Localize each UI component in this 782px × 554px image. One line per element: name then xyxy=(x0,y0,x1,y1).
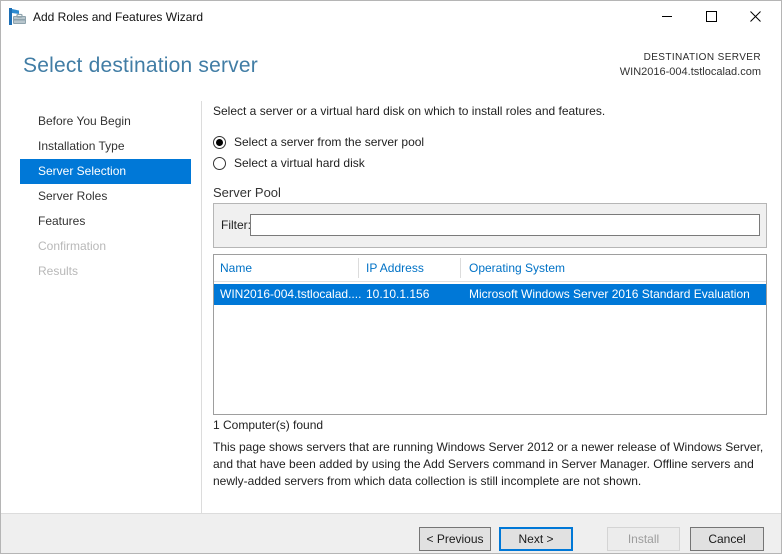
cell-server-name: WIN2016-004.tstlocalad.... xyxy=(220,287,362,301)
column-header-operating-system[interactable]: Operating System xyxy=(469,261,565,275)
server-pool-title: Server Pool xyxy=(213,185,281,200)
column-header-name[interactable]: Name xyxy=(220,261,252,275)
sidebar-item-results: Results xyxy=(38,264,79,278)
filter-label: Filter: xyxy=(221,218,251,232)
titlebar: Add Roles and Features Wizard xyxy=(1,1,781,32)
sidebar-item-confirmation: Confirmation xyxy=(38,239,107,253)
column-separator xyxy=(358,258,359,278)
window-title: Add Roles and Features Wizard xyxy=(33,10,204,24)
filter-input[interactable] xyxy=(250,214,760,236)
sidebar-item-server-selection[interactable]: Server Selection xyxy=(20,159,191,184)
server-pool-table: Name IP Address Operating System WIN2016… xyxy=(213,254,767,415)
window-controls xyxy=(645,1,777,32)
computers-found-count: 1 Computer(s) found xyxy=(213,418,324,432)
sidebar-item-features[interactable]: Features xyxy=(20,209,191,234)
column-separator xyxy=(460,258,461,278)
cell-operating-system: Microsoft Windows Server 2016 Standard E… xyxy=(469,287,750,301)
wizard-steps-sidebar: Before You Begin Installation Type Serve… xyxy=(20,109,191,284)
radio-label: Select a virtual hard disk xyxy=(234,156,365,170)
previous-button[interactable]: < Previous xyxy=(419,527,491,551)
sidebar-divider xyxy=(201,101,202,513)
server-pool-filter-box: Filter: xyxy=(213,203,767,248)
next-button[interactable]: Next > xyxy=(499,527,573,551)
destination-server-name: WIN2016-004.tstlocalad.com xyxy=(619,66,761,78)
cancel-button[interactable]: Cancel xyxy=(690,527,764,551)
radio-label: Select a server from the server pool xyxy=(234,135,425,149)
cell-ip-address: 10.10.1.156 xyxy=(366,287,430,301)
radio-select-virtual-hard-disk[interactable]: Select a virtual hard disk xyxy=(213,156,365,170)
close-icon[interactable] xyxy=(733,1,777,32)
wizard-header: Select destination server DESTINATION SE… xyxy=(1,32,781,98)
table-header: Name IP Address Operating System xyxy=(214,255,766,282)
install-button: Install xyxy=(607,527,680,551)
minimize-icon[interactable] xyxy=(645,1,689,32)
page-title: Select destination server xyxy=(23,54,258,77)
sidebar-item-installation-type[interactable]: Installation Type xyxy=(20,134,191,159)
table-row-selected-server[interactable]: WIN2016-004.tstlocalad.... 10.10.1.156 M… xyxy=(214,284,766,305)
add-roles-features-wizard-window: Add Roles and Features Wizard Select des… xyxy=(0,0,782,554)
server-manager-toolbox-icon xyxy=(9,8,27,25)
radio-button-icon[interactable] xyxy=(213,156,226,170)
wizard-footer: < Previous Next > Install Cancel xyxy=(1,513,781,553)
page-description: This page shows servers that are running… xyxy=(213,440,764,488)
radio-select-server-pool[interactable]: Select a server from the server pool xyxy=(213,135,424,149)
column-header-ip-address[interactable]: IP Address xyxy=(366,261,424,275)
destination-server-block: DESTINATION SERVER WIN2016-004.tstlocala… xyxy=(620,52,761,78)
sidebar-item-server-roles[interactable]: Server Roles xyxy=(20,184,191,209)
radio-button-icon[interactable] xyxy=(213,135,226,149)
destination-server-label: DESTINATION SERVER xyxy=(643,52,761,63)
sidebar-item-before-you-begin[interactable]: Before You Begin xyxy=(20,109,191,134)
maximize-icon[interactable] xyxy=(689,1,733,32)
page-instruction: Select a server or a virtual hard disk o… xyxy=(213,104,606,118)
